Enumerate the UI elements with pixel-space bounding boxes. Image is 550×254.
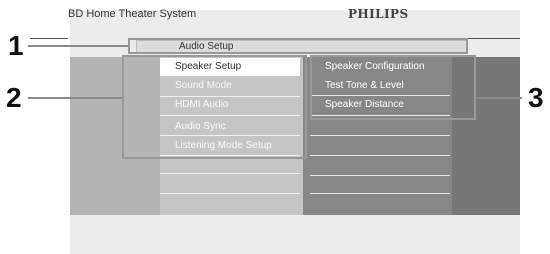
app-title: BD Home Theater System bbox=[68, 8, 197, 20]
callout-frame-2 bbox=[122, 55, 307, 159]
callout-number-2: 2 bbox=[6, 82, 22, 113]
menu-divider bbox=[160, 173, 300, 174]
callout-leader-2 bbox=[28, 97, 122, 99]
submenu-divider bbox=[310, 193, 450, 194]
callout-leader-1 bbox=[28, 45, 128, 47]
header-divider-left bbox=[30, 38, 68, 39]
menu-divider bbox=[160, 193, 300, 194]
header-divider-right bbox=[461, 38, 520, 39]
submenu-divider bbox=[310, 155, 450, 156]
submenu-divider bbox=[310, 135, 450, 136]
callout-leader-3 bbox=[476, 97, 522, 99]
brand-logo: PHILIPS bbox=[348, 7, 409, 21]
callout-frame-1 bbox=[128, 38, 468, 54]
callout-number-1: 1 bbox=[8, 30, 24, 61]
submenu-divider bbox=[310, 175, 450, 176]
callout-number-3: 3 bbox=[528, 82, 544, 113]
callout-frame-3 bbox=[310, 55, 476, 120]
